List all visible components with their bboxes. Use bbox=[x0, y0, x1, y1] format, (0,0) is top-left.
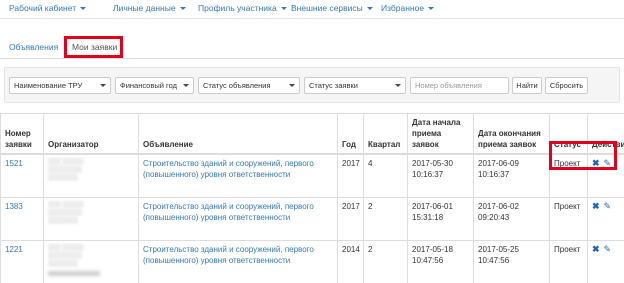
start-date-cell: 2017-06-01 15:31:18 bbox=[408, 197, 474, 240]
quarter-cell: 4 bbox=[364, 154, 408, 197]
announce-status-select-label: Статус объявления bbox=[203, 81, 271, 90]
quarter-cell: 2 bbox=[364, 240, 408, 283]
nav-item-label: Внешние сервисы bbox=[291, 3, 363, 13]
organizer-redacted: ▒▒▒ ▒▒▒▒▒▒▒▒▒▒▒▒▒▒▒▒▒▒▒▒ bbox=[44, 240, 139, 283]
col-header-year[interactable]: Год bbox=[338, 114, 364, 155]
year-cell: 2014 bbox=[338, 240, 364, 283]
tabs-divider bbox=[0, 58, 624, 59]
tru-select-label: Наименование ТРУ bbox=[14, 81, 82, 90]
nav-item-services[interactable]: Внешние сервисы bbox=[291, 3, 373, 13]
caret-down-icon bbox=[100, 84, 106, 87]
col-header-start[interactable]: Дата начала приема заявок bbox=[408, 114, 474, 155]
announcement-link[interactable]: Строительство зданий и сооружений, перво… bbox=[143, 159, 314, 179]
year-cell: 2017 bbox=[338, 197, 364, 240]
end-date-cell: 2017-06-02 09:20:43 bbox=[474, 197, 550, 240]
close-icon[interactable]: ✖ bbox=[592, 244, 600, 254]
start-date-cell: 2017-05-18 10:47:56 bbox=[408, 240, 474, 283]
filter-bar: Наименование ТРУ Финансовый год Статус о… bbox=[4, 67, 620, 103]
quarter-cell: 2 bbox=[364, 197, 408, 240]
tab-my-requests[interactable]: Мои заявки bbox=[72, 42, 117, 52]
highlight-box-status bbox=[549, 141, 617, 170]
nav-item-cabinet[interactable]: Рабочий кабинет bbox=[9, 3, 86, 13]
table-row: 1221 ▒▒▒ ▒▒▒▒▒▒▒▒▒▒▒▒▒▒▒▒▒▒▒▒ Строительс… bbox=[1, 240, 624, 283]
nav-item-label: Избранное bbox=[381, 3, 424, 13]
request-number-link[interactable]: 1383 bbox=[5, 202, 23, 211]
nav-item-label: Профиль участника bbox=[198, 3, 277, 13]
nav-item-label: Личные данные bbox=[113, 3, 176, 13]
reset-button[interactable]: Сбросить bbox=[545, 77, 588, 94]
tru-select[interactable]: Наименование ТРУ bbox=[9, 77, 111, 94]
request-number-link[interactable]: 1221 bbox=[5, 245, 23, 254]
requests-table: Номер заявки Организатор Объявление Год … bbox=[0, 113, 624, 283]
caret-down-icon bbox=[428, 7, 434, 10]
table-header-row: Номер заявки Организатор Объявление Год … bbox=[1, 114, 624, 155]
col-header-quarter[interactable]: Квартал bbox=[364, 114, 408, 155]
announce-number-input[interactable]: Номер объявления bbox=[410, 77, 509, 94]
col-header-announcement[interactable]: Объявление bbox=[139, 114, 338, 155]
actions-cell: ✖✎ bbox=[588, 197, 624, 240]
announce-status-select[interactable]: Статус объявления bbox=[198, 77, 300, 94]
tab-announcements[interactable]: Объявления bbox=[9, 42, 58, 52]
organizer-redacted: ▒▒▒ ▒▒▒▒▒▒▒▒▒▒▒▒▒▒▒▒▒▒▒▒ bbox=[44, 154, 139, 197]
table-row: 1383 ▒▒▒ ▒▒▒▒▒▒▒▒▒▒▒▒▒▒▒▒▒▒▒▒ Строительс… bbox=[1, 197, 624, 240]
status-cell: Проект bbox=[550, 197, 588, 240]
actions-cell: ✖✎ bbox=[588, 240, 624, 283]
nav-item-label: Рабочий кабинет bbox=[9, 3, 76, 13]
request-status-select[interactable]: Статус заявки bbox=[304, 77, 406, 94]
table-row: 1521 ▒▒▒ ▒▒▒▒▒▒▒▒▒▒▒▒▒▒▒▒▒▒▒▒ Строительс… bbox=[1, 154, 624, 197]
announcement-link[interactable]: Строительство зданий и сооружений, перво… bbox=[143, 202, 314, 222]
request-number-link[interactable]: 1521 bbox=[5, 159, 23, 168]
close-icon[interactable]: ✖ bbox=[592, 201, 600, 211]
request-status-select-label: Статус заявки bbox=[309, 81, 358, 90]
organizer-redacted: ▒▒▒ ▒▒▒▒▒▒▒▒▒▒▒▒▒▒▒▒▒▒▒▒ bbox=[44, 197, 139, 240]
pencil-icon[interactable]: ✎ bbox=[604, 201, 612, 211]
caret-down-icon bbox=[183, 84, 189, 87]
start-date-cell: 2017-05-30 10:16:37 bbox=[408, 154, 474, 197]
top-navbar: Рабочий кабинет Личные данные Профиль уч… bbox=[0, 0, 624, 19]
nav-item-favorites[interactable]: Избранное bbox=[381, 3, 434, 13]
fin-year-select-label: Финансовый год bbox=[120, 81, 177, 90]
caret-down-icon bbox=[367, 7, 373, 10]
nav-item-profile[interactable]: Профиль участника bbox=[198, 3, 287, 13]
col-header-number[interactable]: Номер заявки bbox=[1, 114, 44, 155]
caret-down-icon bbox=[80, 7, 86, 10]
year-cell: 2017 bbox=[338, 154, 364, 197]
caret-down-icon bbox=[281, 7, 287, 10]
announcement-link[interactable]: Строительство зданий и сооружений, перво… bbox=[143, 245, 314, 265]
fin-year-select[interactable]: Финансовый год bbox=[115, 77, 194, 94]
status-cell: Проект bbox=[550, 240, 588, 283]
col-header-organizer[interactable]: Организатор bbox=[44, 114, 139, 155]
col-header-end[interactable]: Дата окончания приема заявок bbox=[474, 114, 550, 155]
pencil-icon[interactable]: ✎ bbox=[604, 244, 612, 254]
end-date-cell: 2017-05-25 10:47:56 bbox=[474, 240, 550, 283]
caret-down-icon bbox=[289, 84, 295, 87]
caret-down-icon bbox=[395, 84, 401, 87]
caret-down-icon bbox=[180, 7, 186, 10]
end-date-cell: 2017-06-09 10:16:37 bbox=[474, 154, 550, 197]
find-button[interactable]: Найти bbox=[512, 77, 542, 94]
nav-item-personal[interactable]: Личные данные bbox=[113, 3, 186, 13]
